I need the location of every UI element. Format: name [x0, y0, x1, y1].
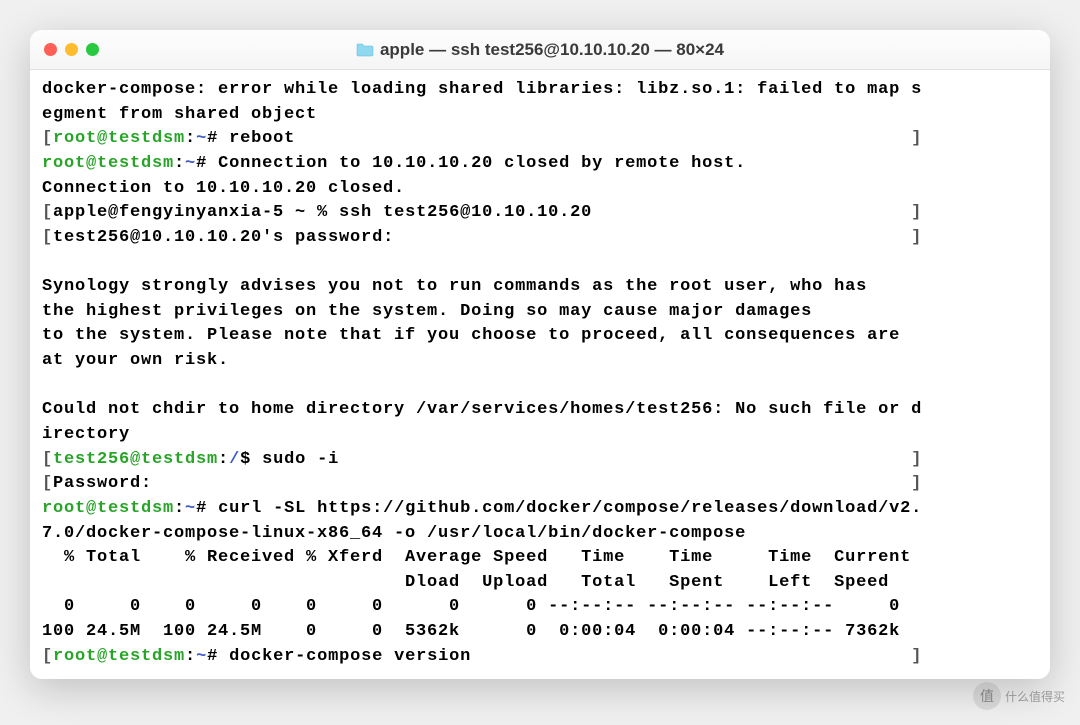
terminal-line: to the system. Please note that if you c… — [42, 324, 1038, 349]
terminal-line: root@testdsm:~# Connection to 10.10.10.2… — [42, 152, 1038, 177]
folder-icon — [356, 43, 374, 57]
terminal-line: Could not chdir to home directory /var/s… — [42, 398, 1038, 423]
terminal-line: [root@testdsm:~# docker-compose version … — [42, 645, 1038, 670]
watermark: 值 什么值得买 — [973, 682, 1065, 710]
terminal-window: apple — ssh test256@10.10.10.20 — 80×24 … — [30, 30, 1050, 679]
terminal-line: [test256@10.10.10.20's password: ] — [42, 226, 1038, 251]
maximize-button[interactable] — [86, 43, 99, 56]
terminal-line: irectory — [42, 423, 1038, 448]
watermark-text: 什么值得买 — [1005, 688, 1065, 705]
window-title: apple — ssh test256@10.10.10.20 — 80×24 — [380, 40, 724, 60]
terminal-line: Synology strongly advises you not to run… — [42, 275, 1038, 300]
terminal-body[interactable]: docker-compose: error while loading shar… — [30, 70, 1050, 679]
terminal-line: 0 0 0 0 0 0 0 0 --:--:-- --:--:-- --:--:… — [42, 595, 1038, 620]
terminal-line: the highest privileges on the system. Do… — [42, 300, 1038, 325]
watermark-icon: 值 — [973, 682, 1001, 710]
terminal-line: 7.0/docker-compose-linux-x86_64 -o /usr/… — [42, 522, 1038, 547]
terminal-line: [apple@fengyinyanxia-5 ~ % ssh test256@1… — [42, 201, 1038, 226]
terminal-line — [42, 250, 1038, 275]
terminal-line: Dload Upload Total Spent Left Speed — [42, 571, 1038, 596]
terminal-line: [root@testdsm:~# reboot ] — [42, 127, 1038, 152]
terminal-line: docker-compose: error while loading shar… — [42, 78, 1038, 103]
traffic-lights — [44, 43, 99, 56]
terminal-line: root@testdsm:~# curl -SL https://github.… — [42, 497, 1038, 522]
terminal-line: 100 24.5M 100 24.5M 0 0 5362k 0 0:00:04 … — [42, 620, 1038, 645]
terminal-line: at your own risk. — [42, 349, 1038, 374]
close-button[interactable] — [44, 43, 57, 56]
titlebar[interactable]: apple — ssh test256@10.10.10.20 — 80×24 — [30, 30, 1050, 70]
terminal-line: egment from shared object — [42, 103, 1038, 128]
title-container: apple — ssh test256@10.10.10.20 — 80×24 — [30, 40, 1050, 60]
terminal-line: [Password: ] — [42, 472, 1038, 497]
terminal-line: Connection to 10.10.10.20 closed. — [42, 177, 1038, 202]
minimize-button[interactable] — [65, 43, 78, 56]
terminal-line: [test256@testdsm:/$ sudo -i ] — [42, 448, 1038, 473]
terminal-line — [42, 374, 1038, 399]
terminal-line: % Total % Received % Xferd Average Speed… — [42, 546, 1038, 571]
